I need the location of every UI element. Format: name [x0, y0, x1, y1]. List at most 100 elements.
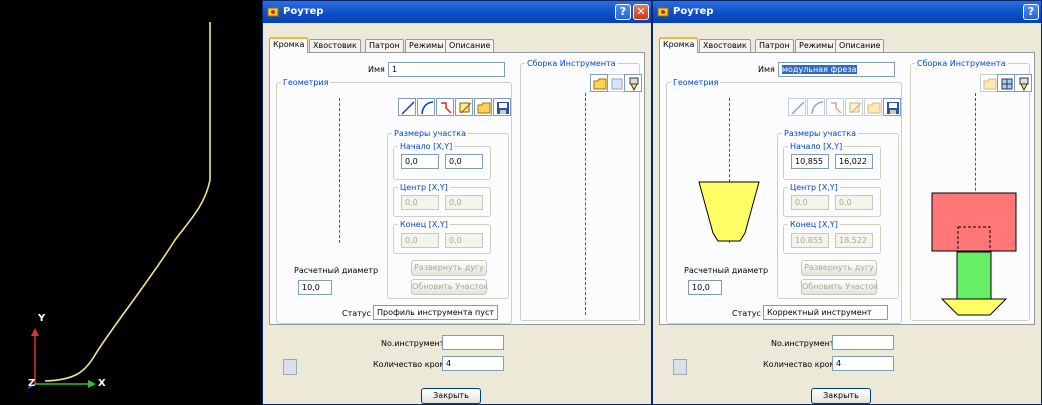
- y-axis-arrow: [31, 328, 39, 336]
- start-y-input[interactable]: 0,0: [445, 154, 483, 169]
- assembly-view-tool[interactable]: [607, 74, 625, 92]
- start-x-input[interactable]: 0,0: [401, 154, 439, 169]
- center-x-input[interactable]: 0,0: [401, 195, 439, 210]
- z-axis-label: Z: [28, 378, 36, 389]
- center-y-input[interactable]: 0,0: [835, 195, 873, 210]
- grid-icon: [1001, 78, 1013, 90]
- tab-modes[interactable]: Режимы: [795, 39, 838, 52]
- open-tool[interactable]: [474, 98, 492, 116]
- tab-description[interactable]: Описание: [445, 39, 495, 52]
- tab-modes[interactable]: Режимы: [405, 39, 448, 52]
- open-folder-icon: [477, 102, 491, 114]
- arc-tool[interactable]: [807, 98, 825, 116]
- cutter-block: [940, 298, 1008, 316]
- start-x-input[interactable]: 10,855: [791, 154, 829, 169]
- edit-tool[interactable]: [455, 98, 473, 116]
- dialog-titlebar[interactable]: Роутер ? ✕: [653, 1, 1041, 23]
- x-axis-arrow: [88, 380, 96, 388]
- calc-diameter-input[interactable]: 10,0: [688, 280, 722, 295]
- update-segment-button[interactable]: Обновить Участок: [801, 279, 878, 295]
- line-tool[interactable]: [788, 98, 806, 116]
- assembly-open-tool[interactable]: [590, 74, 608, 92]
- cutter-profile-shape: [698, 181, 760, 242]
- tool-assembly-preview: [931, 192, 1017, 316]
- arc-tool[interactable]: [417, 98, 435, 116]
- grid-icon: [611, 78, 623, 90]
- help-button[interactable]: ?: [1023, 4, 1039, 20]
- end-x-input[interactable]: 10.855: [791, 233, 829, 248]
- x-axis-label: X: [98, 378, 106, 389]
- save-icon: [497, 102, 509, 114]
- calc-diameter-label: Расчетный диаметр: [684, 266, 769, 275]
- open-folder-icon: [867, 102, 881, 114]
- save-tool[interactable]: [883, 98, 901, 116]
- geometry-toolbar: [398, 98, 511, 116]
- assembly-centerline: [585, 93, 586, 315]
- flip-arc-button[interactable]: Развернуть дугу: [411, 260, 487, 276]
- profile-icon: [441, 102, 452, 114]
- end-y-input[interactable]: 0,0: [445, 233, 483, 248]
- tab-holder[interactable]: Патрон: [365, 39, 404, 52]
- tool-number-input[interactable]: [832, 335, 894, 350]
- start-legend: Начало [X,Y]: [400, 142, 453, 151]
- name-label: Имя: [758, 65, 775, 74]
- center-x-input[interactable]: 0,0: [791, 195, 829, 210]
- update-segment-button[interactable]: Обновить Участок: [411, 279, 488, 295]
- assembly-tool-tool[interactable]: [1014, 74, 1032, 92]
- assembly-toolbar: [980, 74, 1032, 92]
- router-dialog-valid: Роутер ? ✕ Кромка Хвостовик Патрон Режим…: [652, 0, 1042, 405]
- viewport-3d[interactable]: Y Z X: [0, 0, 262, 405]
- arc-icon: [811, 101, 824, 115]
- profile-tool[interactable]: [436, 98, 454, 116]
- center-legend: Центр [X,Y]: [400, 183, 448, 192]
- tab-holder[interactable]: Патрон: [755, 39, 794, 52]
- tool-number-label: No.инструмента: [381, 339, 450, 348]
- end-legend: Конец [X,Y]: [790, 220, 838, 229]
- save-icon: [887, 102, 899, 114]
- tool-assembly-group: Сборка Инструмента: [520, 59, 640, 321]
- open-folder-icon: [593, 78, 607, 90]
- assembly-open-tool[interactable]: [980, 74, 998, 92]
- tab-shank[interactable]: Хвостовик: [699, 39, 751, 52]
- start-y-input[interactable]: 16,022: [835, 154, 873, 169]
- edit-tool[interactable]: [845, 98, 863, 116]
- assembly-toolbar: [590, 74, 642, 92]
- tab-edge[interactable]: Кромка: [269, 37, 309, 53]
- open-folder-icon: [983, 78, 997, 90]
- segment-sizes-legend: Размеры участка: [394, 129, 467, 138]
- center-y-input[interactable]: 0,0: [445, 195, 483, 210]
- axis-centerline: [339, 98, 340, 243]
- name-input[interactable]: 1: [388, 62, 505, 77]
- edges-count-input[interactable]: 4: [442, 356, 504, 371]
- line-tool[interactable]: [398, 98, 416, 116]
- dialog-titlebar[interactable]: Роутер ? ✕: [263, 1, 651, 23]
- edit-icon: [459, 102, 472, 114]
- close-window-button[interactable]: ✕: [633, 4, 649, 20]
- tab-shank[interactable]: Хвостовик: [309, 39, 361, 52]
- geometry-toolbar: [788, 98, 901, 116]
- edges-count-input[interactable]: 4: [832, 356, 894, 371]
- help-button[interactable]: ?: [615, 4, 631, 20]
- profile-tool[interactable]: [826, 98, 844, 116]
- open-tool[interactable]: [864, 98, 882, 116]
- calculator-icon[interactable]: [283, 359, 297, 375]
- calculator-icon[interactable]: [673, 359, 687, 375]
- name-input[interactable]: модульная фреза: [778, 62, 895, 77]
- close-button[interactable]: Закрыть: [421, 388, 481, 404]
- flip-arc-button[interactable]: Развернуть дугу: [801, 260, 877, 276]
- tool-assembly-legend: Сборка Инструмента: [527, 59, 616, 68]
- tab-edge[interactable]: Кромка: [659, 37, 699, 53]
- assembly-view-tool[interactable]: [997, 74, 1015, 92]
- calc-diameter-input[interactable]: 10,0: [298, 280, 332, 295]
- tab-description[interactable]: Описание: [835, 39, 885, 52]
- save-tool[interactable]: [493, 98, 511, 116]
- segment-sizes-legend: Размеры участка: [784, 129, 857, 138]
- close-button[interactable]: Закрыть: [811, 388, 871, 404]
- end-y-input[interactable]: 18.522: [835, 233, 873, 248]
- status-label: Статус: [732, 309, 761, 318]
- end-x-input[interactable]: 0,0: [401, 233, 439, 248]
- geometry-legend: Геометрия: [673, 78, 719, 87]
- tab-panel-edge: Имя 1 Геометрия Размеры участка Начало […: [269, 52, 645, 325]
- tool-number-input[interactable]: [442, 335, 504, 350]
- assembly-tool-tool[interactable]: [624, 74, 642, 92]
